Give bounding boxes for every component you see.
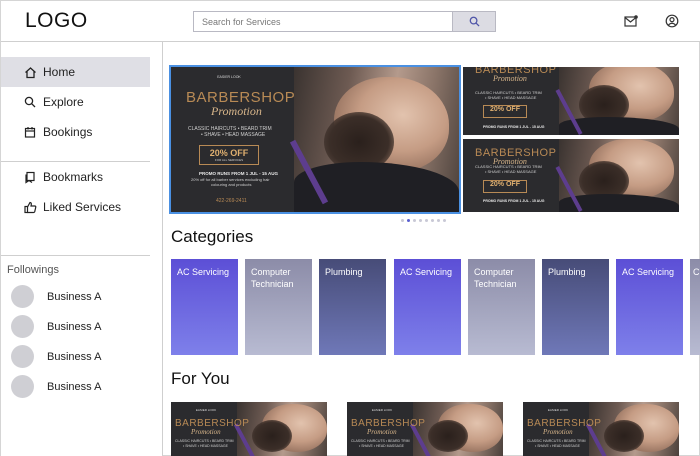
category-card[interactable]: AC Servicing <box>171 259 238 355</box>
top-bar: LOGO <box>1 1 700 42</box>
business-name: Business A <box>47 320 102 333</box>
app-window: LOGO Home Explore <box>0 0 700 456</box>
category-card[interactable]: AC Servicing <box>616 259 683 355</box>
banner-line2: • SHAVE • HEAD MASSAGE <box>485 95 537 100</box>
banner-photo <box>555 139 679 212</box>
categories-title: Categories <box>171 227 254 246</box>
following-item[interactable]: Business A <box>11 315 101 338</box>
category-card[interactable]: C <box>690 259 700 355</box>
business-name: Business A <box>47 290 102 303</box>
carousel-dot[interactable] <box>401 219 404 222</box>
banner-line2: • SHAVE • HEAD MASSAGE <box>485 169 537 174</box>
category-card[interactable]: Computer Technician <box>245 259 312 355</box>
carousel-dot[interactable] <box>419 219 422 222</box>
banner-line1: CLASSIC HAIRCUTS • BEARD TRIM <box>351 439 410 443</box>
carousel-dot[interactable] <box>431 219 434 222</box>
banner-line2: • SHAVE • HEAD MASSAGE <box>359 444 404 448</box>
avatar <box>11 375 34 398</box>
search-button[interactable] <box>452 12 495 31</box>
search-input[interactable] <box>194 12 452 31</box>
business-name: Business A <box>47 350 102 363</box>
following-item[interactable]: Business A <box>11 345 101 368</box>
banner-photo <box>289 67 459 212</box>
banner-promo: PROMO RUNS FROM 1 JUL - 15 AUG <box>483 125 545 129</box>
calendar-icon <box>23 125 37 139</box>
banner-promo: PROMO RUNS FROM 1 JUL - 15 AUG <box>199 171 279 176</box>
for-you-title: For You <box>171 369 230 388</box>
banner-line1: CLASSIC HAIRCUTS • BEARD TRIM <box>527 439 586 443</box>
sidebar-item-label: Bookings <box>43 125 93 139</box>
banner-phone: 422-269-2411 <box>216 198 247 204</box>
search-icon <box>469 16 480 27</box>
banner-script: Promotion <box>367 428 397 436</box>
account-icon[interactable] <box>664 13 680 29</box>
sidebar-item-label: Home <box>43 65 76 79</box>
banner-promo: PROMO RUNS FROM 1 JUL - 15 AUG <box>483 199 545 203</box>
banner-crest: EASIER LOOK <box>195 408 217 412</box>
logo[interactable]: LOGO <box>25 9 88 33</box>
carousel-dot[interactable] <box>413 219 416 222</box>
search-box <box>193 11 496 32</box>
sidebar-item-bookmarks[interactable]: Bookmarks <box>1 162 150 192</box>
sidebar-item-liked-services[interactable]: Liked Services <box>1 192 150 222</box>
banner-crest: EASIER LOOK <box>371 408 393 412</box>
carousel-dot[interactable] <box>443 219 446 222</box>
search-icon <box>23 95 37 109</box>
sidebar-divider <box>1 255 150 256</box>
home-icon <box>23 65 37 79</box>
promo-banner[interactable]: BARBERSHOP Promotion CLASSIC HAIRCUTS • … <box>463 139 679 212</box>
banner-script: Promotion <box>191 428 221 436</box>
bookmark-icon <box>23 170 37 184</box>
for-you-card[interactable]: EASIER LOOK BARBERSHOP Promotion CLASSIC… <box>523 402 679 456</box>
banner-photo <box>233 402 327 456</box>
carousel-dot[interactable] <box>437 219 440 222</box>
category-card[interactable]: Plumbing <box>542 259 609 355</box>
sidebar-item-label: Explore <box>43 95 84 109</box>
banner-script: Promotion <box>211 104 262 118</box>
following-item[interactable]: Business A <box>11 285 101 308</box>
banner-crest: EASIER LOOK <box>217 75 241 79</box>
sidebar-item-bookings[interactable]: Bookings <box>1 117 150 147</box>
banner-offer: 20% OFF FOR ALL SERVICES <box>199 145 259 165</box>
carousel-dots <box>401 219 449 222</box>
sidebar: Home Explore Bookings Bookmarks Liked Se… <box>1 42 163 456</box>
banner-photo <box>585 402 679 456</box>
banner-script: Promotion <box>543 428 573 436</box>
mail-icon[interactable] <box>623 13 639 29</box>
for-you-card[interactable]: EASIER LOOK BARBERSHOP Promotion CLASSIC… <box>347 402 503 456</box>
banner-crest: EASIER LOOK <box>547 408 569 412</box>
banner-photo <box>555 67 679 135</box>
business-name: Business A <box>47 380 102 393</box>
avatar <box>11 345 34 368</box>
banner-fine2: colouring and products <box>211 182 252 187</box>
followings-title: Followings <box>7 264 59 276</box>
for-you-card[interactable]: EASIER LOOK BARBERSHOP Promotion CLASSIC… <box>171 402 327 456</box>
sidebar-item-home[interactable]: Home <box>1 57 150 87</box>
hero-banner[interactable]: EASIER LOOK BARBERSHOP Promotion CLASSIC… <box>169 65 461 214</box>
banner-line1: CLASSIC HAIRCUTS • BEARD TRIM <box>175 439 234 443</box>
banner-script: Promotion <box>493 74 527 83</box>
sidebar-item-label: Liked Services <box>43 200 122 214</box>
avatar <box>11 315 34 338</box>
carousel-dot[interactable] <box>407 219 410 222</box>
promo-banner[interactable]: BARBERSHOP Promotion CLASSIC HAIRCUTS • … <box>463 67 679 135</box>
following-item[interactable]: Business A <box>11 375 101 398</box>
category-card[interactable]: Computer Technician <box>468 259 535 355</box>
banner-line2: • SHAVE • HEAD MASSAGE <box>201 132 266 138</box>
sidebar-item-explore[interactable]: Explore <box>1 87 150 117</box>
category-card[interactable]: AC Servicing <box>394 259 461 355</box>
avatar <box>11 285 34 308</box>
banner-line2: • SHAVE • HEAD MASSAGE <box>535 444 580 448</box>
category-card[interactable]: Plumbing <box>319 259 386 355</box>
banner-offer: 20% OFF <box>483 180 527 193</box>
banner-offer: 20% OFF <box>483 105 527 118</box>
thumbs-up-icon <box>23 200 37 214</box>
banner-photo <box>409 402 503 456</box>
banner-line2: • SHAVE • HEAD MASSAGE <box>183 444 228 448</box>
carousel-dot[interactable] <box>425 219 428 222</box>
sidebar-item-label: Bookmarks <box>43 170 104 184</box>
